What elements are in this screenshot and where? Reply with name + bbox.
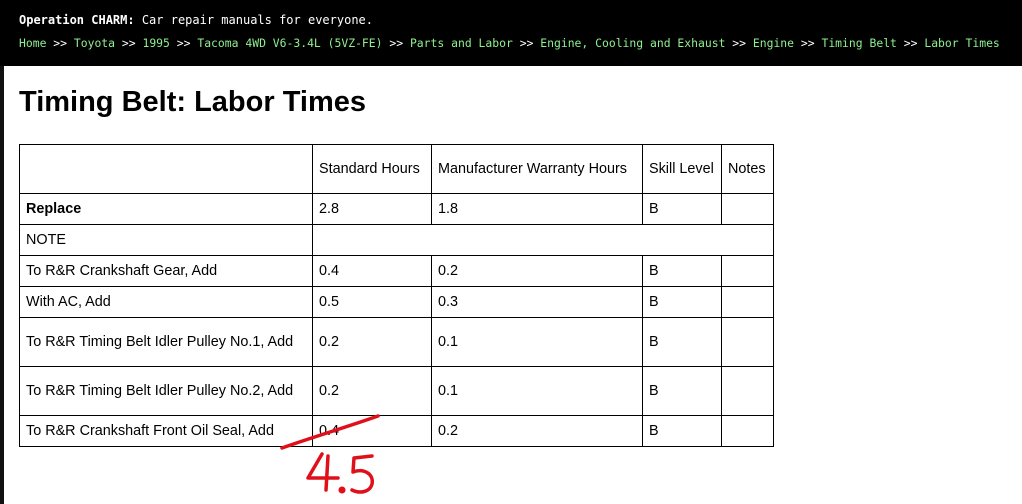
notes-cell	[721, 255, 774, 287]
notes-cell	[721, 366, 774, 416]
warranty-hours-cell: 0.3	[431, 286, 643, 318]
standard-hours-cell: 0.2	[312, 317, 432, 367]
row-label: To R&R Timing Belt Idler Pulley No.1, Ad…	[19, 317, 313, 367]
breadcrumb-separator: >>	[732, 36, 747, 50]
row-label: Replace	[19, 193, 313, 225]
page-title: Timing Belt: Labor Times	[19, 86, 366, 118]
breadcrumb-labor-times[interactable]: Labor Times	[924, 36, 999, 50]
header-cell-standard-hours: Standard Hours	[312, 144, 432, 194]
breadcrumb-engine-cooling-exhaust[interactable]: Engine, Cooling and Exhaust	[540, 36, 725, 50]
breadcrumb-make[interactable]: Toyota	[74, 36, 115, 50]
header-cell-skill-level: Skill Level	[642, 144, 722, 194]
breadcrumb-engine[interactable]: Engine	[753, 36, 794, 50]
site-tagline: Operation CHARM: Car repair manuals for …	[19, 13, 373, 27]
header-cell-notes: Notes	[721, 144, 774, 194]
breadcrumb-separator: >>	[389, 36, 404, 50]
skill-level-cell: B	[642, 255, 722, 287]
warranty-hours-cell: 0.1	[431, 317, 643, 367]
table-header-row: Standard Hours Manufacturer Warranty Hou…	[19, 144, 774, 194]
breadcrumb-parts-and-labor[interactable]: Parts and Labor	[410, 36, 513, 50]
notes-cell	[721, 286, 774, 318]
breadcrumb-separator: >>	[53, 36, 68, 50]
table-row: To R&R Timing Belt Idler Pulley No.1, Ad…	[19, 317, 774, 367]
skill-level-cell: B	[642, 366, 722, 416]
header-cell-label	[19, 144, 313, 194]
skill-level-cell: B	[642, 286, 722, 318]
breadcrumb-separator: >>	[800, 36, 815, 50]
standard-hours-cell: 0.2	[312, 366, 432, 416]
standard-hours-cell: 0.5	[312, 286, 432, 318]
tagline-text: Car repair manuals for everyone.	[134, 13, 374, 27]
notes-cell	[721, 193, 774, 225]
warranty-hours-cell: 0.2	[431, 415, 643, 447]
table-row: To R&R Crankshaft Front Oil Seal, Add 0.…	[19, 415, 774, 447]
warranty-hours-cell: 0.2	[431, 255, 643, 287]
underline-stroke	[280, 414, 380, 450]
row-label: To R&R Crankshaft Gear, Add	[19, 255, 313, 287]
breadcrumb-model[interactable]: Tacoma 4WD V6-3.4L (5VZ-FE)	[197, 36, 382, 50]
table-row: To R&R Crankshaft Gear, Add 0.4 0.2 B	[19, 255, 774, 287]
site-header: Operation CHARM: Car repair manuals for …	[0, 0, 1022, 66]
standard-hours-cell: 0.4	[312, 255, 432, 287]
decimal-point	[338, 486, 346, 494]
breadcrumb-separator: >>	[519, 36, 534, 50]
breadcrumb-separator: >>	[176, 36, 191, 50]
table-row: NOTE	[19, 224, 774, 256]
row-label: To R&R Crankshaft Front Oil Seal, Add	[19, 415, 313, 447]
table-row: To R&R Timing Belt Idler Pulley No.2, Ad…	[19, 366, 774, 416]
digit-five-stroke	[350, 454, 374, 494]
breadcrumb-separator: >>	[121, 36, 136, 50]
table-row: Replace 2.8 1.8 B	[19, 193, 774, 225]
row-label: With AC, Add	[19, 286, 313, 318]
warranty-hours-cell: 0.1	[431, 366, 643, 416]
breadcrumb-separator: >>	[903, 36, 918, 50]
table-row: With AC, Add 0.5 0.3 B	[19, 286, 774, 318]
digit-four-stroke	[306, 452, 340, 480]
skill-level-cell: B	[642, 415, 722, 447]
row-label: NOTE	[19, 224, 313, 256]
skill-level-cell: B	[642, 193, 722, 225]
standard-hours-cell: 2.8	[312, 193, 432, 225]
site-name: Operation CHARM:	[19, 13, 135, 27]
warranty-hours-cell: 1.8	[431, 193, 643, 225]
breadcrumb: Home >> Toyota >> 1995 >> Tacoma 4WD V6-…	[19, 36, 1000, 50]
breadcrumb-home[interactable]: Home	[19, 36, 46, 50]
labor-times-table: Standard Hours Manufacturer Warranty Hou…	[19, 144, 774, 447]
notes-cell	[721, 415, 774, 447]
note-span-cell	[312, 224, 774, 256]
handwritten-total-annotation	[280, 414, 380, 494]
skill-level-cell: B	[642, 317, 722, 367]
window-left-edge	[0, 0, 4, 504]
notes-cell	[721, 317, 774, 367]
row-label: To R&R Timing Belt Idler Pulley No.2, Ad…	[19, 366, 313, 416]
breadcrumb-timing-belt[interactable]: Timing Belt	[821, 36, 896, 50]
digit-four-stem	[324, 454, 330, 492]
breadcrumb-year[interactable]: 1995	[142, 36, 169, 50]
header-cell-warranty-hours: Manufacturer Warranty Hours	[431, 144, 643, 194]
